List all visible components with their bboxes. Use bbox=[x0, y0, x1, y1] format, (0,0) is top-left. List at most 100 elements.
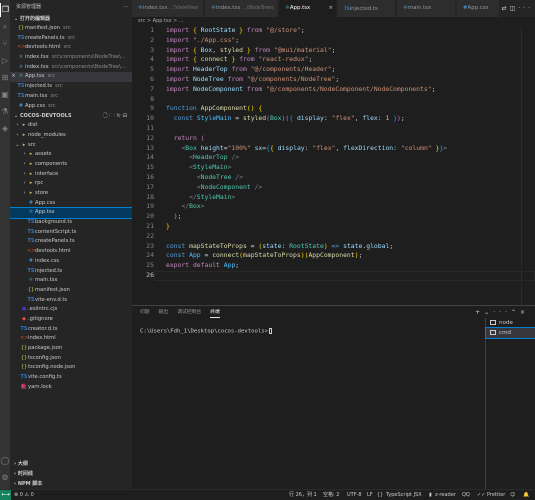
panel-tab[interactable]: 调试控制台 bbox=[177, 308, 201, 318]
tab-label: main.tsx bbox=[407, 5, 432, 11]
prettier-status[interactable]: ✓✓ Prettier bbox=[477, 490, 505, 500]
open-editors-section[interactable]: ⌄ 打开的编辑器 bbox=[10, 14, 132, 24]
file-tree-item[interactable]: 🧶yarn.lock bbox=[10, 383, 132, 393]
close-tab-icon[interactable]: × bbox=[328, 0, 333, 17]
sidebar-section-2[interactable]: › NPM 脚本 bbox=[10, 479, 132, 489]
split-editor-icon[interactable]: ◫ bbox=[510, 5, 519, 12]
git-file-icon: ◆ bbox=[22, 315, 26, 322]
search-icon[interactable]: ⌕ bbox=[0, 20, 10, 34]
line-number: 18 bbox=[146, 192, 154, 201]
file-tree-item[interactable]: # index.css bbox=[10, 257, 132, 267]
editor-tab[interactable]: ⚛index.tsx ...\ViewView bbox=[132, 0, 204, 17]
file-tree-item[interactable]: TSvite.config.ts bbox=[10, 373, 132, 383]
source-control-icon[interactable]: ⑂ bbox=[0, 37, 10, 51]
file-tree-item[interactable]: {}tsconfig.json bbox=[10, 354, 132, 364]
feedback-icon[interactable]: ☺ bbox=[510, 490, 515, 500]
minimap[interactable] bbox=[521, 26, 535, 305]
editor-tab[interactable]: ⚛main.tsx bbox=[397, 0, 456, 17]
new-folder-icon[interactable]: 🗀 bbox=[110, 113, 117, 119]
open-editor-item[interactable]: # App.css src bbox=[10, 102, 132, 112]
bottom-panel: 问题 输出 调试控制台 终端 +⌄···⌃× C:\Users\Fdh_1\Deskt… bbox=[132, 305, 535, 490]
file-tree-item[interactable]: ⚛ App.tsx bbox=[10, 207, 132, 220]
cursor-position[interactable]: 行 26，列 1 bbox=[289, 490, 317, 500]
file-tree-item[interactable]: ⌄ ▸ src bbox=[10, 141, 132, 151]
eol[interactable]: LF bbox=[367, 490, 373, 500]
editor-tab[interactable]: ⚛index.tsx ...\NodeTrees bbox=[205, 0, 278, 17]
editor-tab[interactable]: ⚛App.tsx × bbox=[279, 0, 337, 17]
file-tree-item[interactable]: {}manifest.json bbox=[10, 286, 132, 296]
file-tree-item[interactable]: ◆ .gitignore bbox=[10, 315, 132, 325]
open-editor-item[interactable]: TScreatePanels.ts src bbox=[10, 34, 132, 44]
open-editor-item[interactable]: <>devtools.html src bbox=[10, 43, 132, 53]
account-icon[interactable]: ◯ bbox=[0, 454, 10, 468]
file-tree-item[interactable]: {}package.json bbox=[10, 344, 132, 354]
file-tree-item[interactable]: {}tsconfig.node.json bbox=[10, 363, 132, 373]
errors-warnings[interactable]: ⊗ 0 ⚠ 0 bbox=[14, 490, 34, 500]
close-icon[interactable]: × bbox=[10, 72, 17, 82]
file-tree-item[interactable]: › ▸ rpc bbox=[10, 179, 132, 189]
qq-status[interactable]: QQ bbox=[462, 490, 470, 500]
file-tree-item[interactable]: › ▸ node_modules bbox=[10, 131, 132, 141]
run-debug-icon[interactable]: ▷ bbox=[0, 54, 10, 68]
terminal-output[interactable]: C:\Users\Fdh_1\Desktop\cocos-devtools> bbox=[140, 328, 272, 335]
file-tree-item[interactable]: TScreatePanels.ts bbox=[10, 237, 132, 247]
terminal-instance[interactable]: cmd bbox=[485, 327, 535, 339]
sidebar-section-0[interactable]: › 大纲 bbox=[10, 459, 132, 469]
chevron-down-icon[interactable]: ⌄ bbox=[484, 309, 493, 316]
file-tree-item[interactable]: # App.css bbox=[10, 199, 132, 209]
file-tree-item-label: tsconfig.node.json bbox=[28, 364, 76, 371]
more-icon[interactable]: ··· bbox=[493, 309, 511, 316]
explorer-icon[interactable]: ❐ bbox=[0, 3, 10, 17]
file-tree-item[interactable]: ⚛ main.tsx bbox=[10, 276, 132, 286]
file-tree-item[interactable]: › ▸ store bbox=[10, 189, 132, 199]
more-icon[interactable]: ··· bbox=[518, 5, 533, 12]
editor-tab[interactable]: TSinjected.ts bbox=[338, 0, 396, 17]
file-tree-item[interactable]: › ▸ dist bbox=[10, 121, 132, 131]
close-panel-icon[interactable]: × bbox=[520, 309, 529, 316]
panel-tab[interactable]: 问题 bbox=[140, 308, 150, 318]
remote-explorer-icon[interactable]: ▣ bbox=[0, 88, 10, 102]
open-editor-item[interactable]: TSmain.tsx src bbox=[10, 92, 132, 102]
file-tree-item[interactable]: ● .eslintrc.cjs bbox=[10, 305, 132, 315]
panel-tab[interactable]: 终端 bbox=[210, 308, 220, 318]
extensions-icon[interactable]: ⊞ bbox=[0, 71, 10, 85]
compare-icon[interactable]: ⇄ bbox=[502, 5, 510, 12]
terminal-instance[interactable]: node bbox=[486, 318, 535, 328]
file-tree-item[interactable]: TSinjected.ts bbox=[10, 267, 132, 277]
book-icon[interactable]: ▮ bbox=[429, 490, 432, 500]
open-editor-item[interactable]: ⚛ index.tsx src\components\NodeTree\... bbox=[10, 53, 132, 63]
open-editor-item[interactable]: TSinjected.ts src bbox=[10, 82, 132, 92]
settings-gear-icon[interactable]: ⚙ bbox=[0, 471, 10, 485]
file-tree-item[interactable]: TScontentScript.ts bbox=[10, 228, 132, 238]
file-tree-item[interactable]: TScreator.d.ts bbox=[10, 325, 132, 335]
more-actions-icon[interactable]: ··· bbox=[123, 0, 128, 14]
file-tree-item[interactable]: › ▸ interface bbox=[10, 170, 132, 180]
project-section[interactable]: ⌄ COCOS-DEVTOOLS 🗋🗀↻⊟ bbox=[10, 111, 132, 121]
collapse-all-icon[interactable]: ⊟ bbox=[123, 113, 129, 119]
sidebar-section-1[interactable]: › 时间线 bbox=[10, 469, 132, 479]
file-tree-item[interactable]: TSbackground.ts bbox=[10, 218, 132, 228]
open-editor-item[interactable]: × ⚛ App.tsx src bbox=[10, 72, 132, 83]
file-tree-item[interactable]: › ▸ components bbox=[10, 160, 132, 170]
file-tree-item[interactable]: › ▸ assets bbox=[10, 150, 132, 160]
file-tree-item[interactable]: <>devtools.html bbox=[10, 247, 132, 257]
code-editor[interactable]: 1 2 3 4 5 6 7 8 9 10 11 12 13 14 15 16 17 18 19 20 21 22 23 24 2… bbox=[132, 26, 535, 305]
docker-icon[interactable]: ◈ bbox=[0, 122, 10, 136]
new-terminal-icon[interactable]: + bbox=[475, 309, 484, 316]
indentation[interactable]: 空格: 2 bbox=[323, 490, 339, 500]
testing-icon[interactable]: ⚗ bbox=[0, 105, 10, 119]
esl-file-icon: ● bbox=[21, 306, 27, 313]
language-mode[interactable]: TypeScript JSX bbox=[386, 490, 422, 500]
file-tree-item[interactable]: TSvite-env.d.ts bbox=[10, 296, 132, 306]
open-editor-item[interactable]: {}manifest.json src bbox=[10, 24, 132, 34]
open-editor-item[interactable]: ⚛ index.tsx src\components\NodeTree\... bbox=[10, 63, 132, 73]
remote-icon[interactable]: ⟷ bbox=[0, 490, 11, 500]
file-tree-item[interactable]: <>index.html bbox=[10, 334, 132, 344]
brackets-icon[interactable]: {} bbox=[377, 490, 383, 500]
encoding[interactable]: UTF-8 bbox=[347, 490, 362, 500]
panel-tab[interactable]: 输出 bbox=[159, 308, 169, 318]
maximize-panel-icon[interactable]: ⌃ bbox=[511, 309, 520, 316]
notifications-icon[interactable]: 🔔 bbox=[523, 490, 529, 500]
breadcrumb[interactable]: src > App.tsx > ... bbox=[132, 17, 535, 26]
z-reader-status[interactable]: z-reader bbox=[435, 490, 456, 500]
